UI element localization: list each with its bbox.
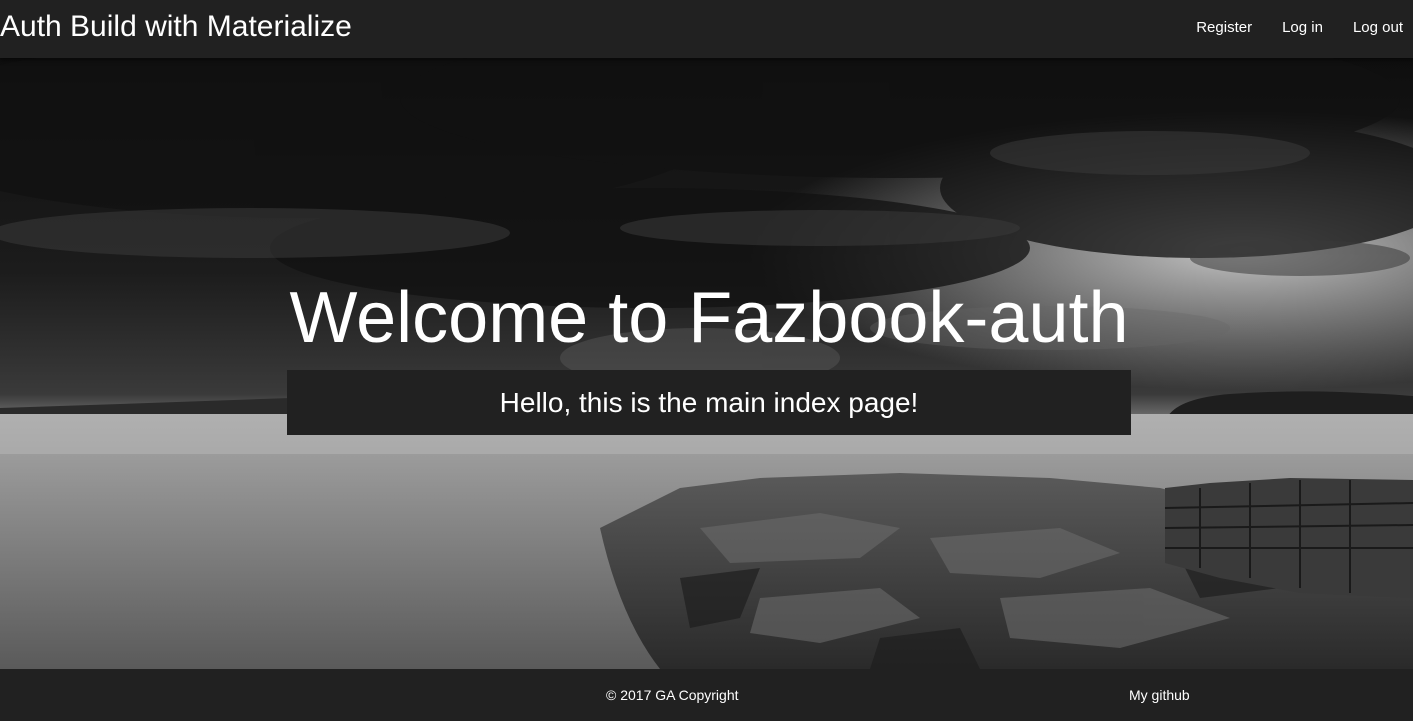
logout-link[interactable]: Log out <box>1333 0 1413 58</box>
hero-title: Welcome to Fazbook-auth <box>289 278 1129 358</box>
login-link[interactable]: Log in <box>1262 0 1333 58</box>
hero-section: Welcome to Fazbook-auth Hello, this is t… <box>0 58 1413 669</box>
nav-item-logout: Log out <box>1333 0 1413 58</box>
brand-logo-link[interactable]: Auth Build with Materialize <box>0 9 352 45</box>
footer: © 2017 GA Copyright My github <box>0 669 1413 713</box>
hero-background-image <box>0 58 1413 669</box>
nav-item-register: Register <box>1181 0 1262 58</box>
github-link[interactable]: My github <box>1129 669 1190 721</box>
nav-links: Register Log in Log out <box>1181 0 1413 58</box>
nav-item-login: Log in <box>1262 0 1333 58</box>
copyright-text: © 2017 GA Copyright <box>606 687 739 703</box>
navbar: Auth Build with Materialize Register Log… <box>0 0 1413 58</box>
hero-subtitle-banner: Hello, this is the main index page! <box>287 370 1131 435</box>
register-link[interactable]: Register <box>1181 0 1262 58</box>
